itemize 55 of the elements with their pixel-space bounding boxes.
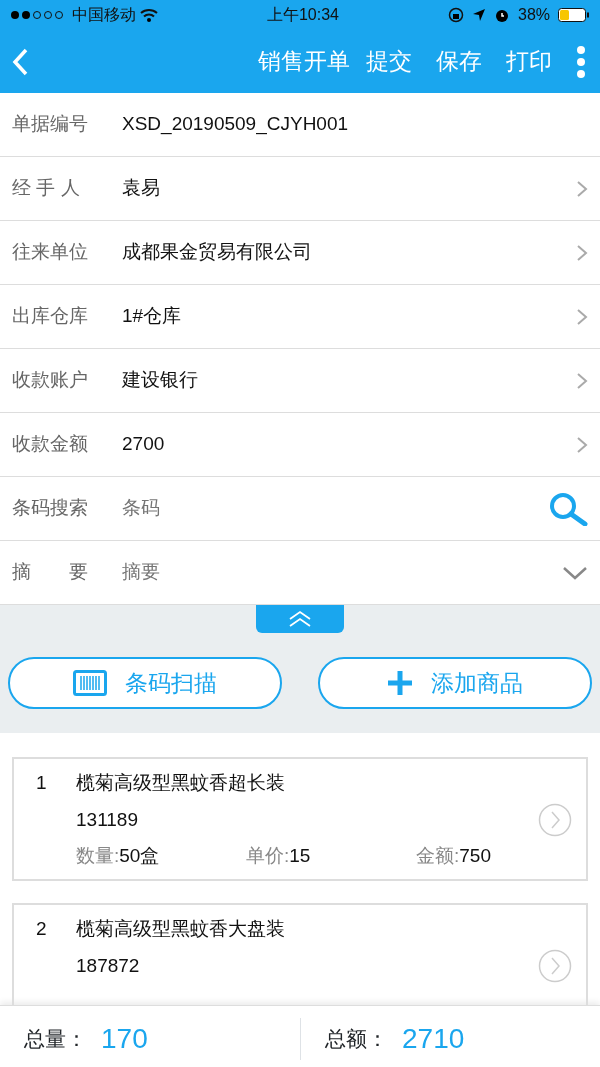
input-field[interactable]: 条码 (122, 494, 548, 523)
total-value: 170 (101, 1022, 148, 1056)
collapse-tab[interactable] (256, 605, 344, 633)
chevron-circle-icon[interactable] (538, 949, 572, 983)
item-number: 2 (35, 917, 48, 941)
product-name: 榄菊高级型黑蚊香超长装 (76, 771, 285, 795)
product-name: 榄菊高级型黑蚊香大盘装 (76, 917, 285, 941)
item-price: 单价:15 (246, 844, 312, 868)
field-label: 收款账户 (12, 368, 89, 393)
item-amount: 金额:750 (416, 844, 491, 868)
more-button[interactable] (576, 44, 586, 79)
carrier-name: 中国移动 (72, 5, 136, 25)
status-time: 上午10:34 (266, 5, 339, 25)
field-label: 经 手 人 (12, 176, 81, 201)
field-label: 出库仓库 (12, 304, 89, 329)
barcode-icon (73, 670, 107, 696)
total-label: 总额： (325, 1026, 388, 1053)
field-label: 收款金额 (12, 432, 89, 457)
chevron-right-icon (576, 371, 588, 390)
wifi-icon (140, 8, 158, 22)
total-label: 总量： (24, 1026, 87, 1053)
total-value: 2710 (402, 1022, 465, 1056)
field-label: 往来单位 (12, 240, 89, 265)
page-title: 销售开单 (258, 47, 350, 77)
search-icon[interactable] (548, 491, 588, 526)
battery-icon (558, 8, 590, 22)
product-code: 131189 (76, 807, 138, 832)
double-chevron-up-icon (288, 610, 312, 628)
field-value[interactable]: 袁易 (122, 174, 576, 203)
chevron-right-icon (576, 179, 588, 198)
field-label: 单据编号 (12, 112, 89, 137)
field-value[interactable]: 成都果金贸易有限公司 (122, 238, 576, 267)
field-value: XSD_20190509_CJYH001 (122, 112, 350, 137)
more-icon (576, 44, 586, 79)
field-label: 摘 要 (12, 560, 89, 585)
plus-icon (387, 670, 413, 696)
field-value[interactable]: 建设银行 (122, 366, 576, 395)
item-number: 1 (35, 771, 48, 795)
chevron-circle-icon[interactable] (538, 803, 572, 837)
input-field[interactable]: 摘要 (122, 558, 562, 587)
chevron-down-icon[interactable] (562, 564, 588, 581)
field-value[interactable]: 1#仓库 (122, 302, 576, 331)
field-value[interactable]: 2700 (122, 430, 576, 459)
chevron-right-icon (576, 435, 588, 454)
battery-percent: 38% (518, 5, 550, 25)
back-icon (12, 47, 28, 76)
alarm-icon (494, 7, 510, 23)
chevron-right-icon (576, 243, 588, 262)
product-code: 187872 (76, 953, 140, 978)
field-label: 条码搜索 (12, 496, 89, 521)
rotation-lock-icon (448, 7, 464, 23)
back-button[interactable] (12, 47, 28, 76)
location-icon (472, 8, 486, 22)
chevron-right-icon (576, 307, 588, 326)
item-quantity: 数量:50盒 (76, 844, 161, 868)
